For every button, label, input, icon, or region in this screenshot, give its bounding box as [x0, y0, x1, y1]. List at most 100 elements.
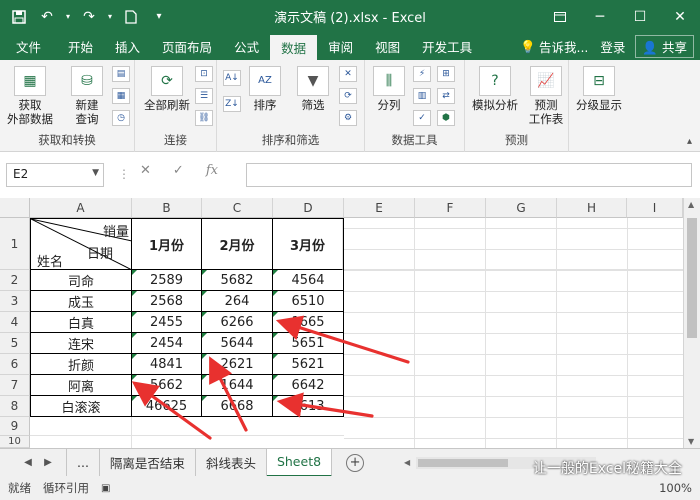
zoom-level[interactable]: 100% — [659, 481, 692, 495]
share-button[interactable]: 👤 共享 — [635, 35, 694, 58]
table-cell-c[interactable]: 5682 — [202, 270, 273, 291]
close-button[interactable]: ✕ — [660, 0, 700, 33]
sort-descending-icon[interactable]: Z↓ — [223, 96, 241, 112]
new-query-button[interactable]: ⛁ 新建 查询 — [64, 66, 110, 126]
table-cell-name[interactable]: 连宋 — [31, 333, 132, 354]
reapply-icon[interactable]: ⟳ — [339, 88, 357, 104]
customize-qat-icon[interactable]: ▾ — [148, 6, 170, 28]
header-month-2[interactable]: 2月份 — [202, 219, 273, 270]
forecast-sheet-button[interactable]: 📈 预测 工作表 — [525, 66, 567, 126]
column-header-b[interactable]: B — [132, 198, 202, 218]
row-header-5[interactable]: 5 — [0, 333, 30, 354]
next-sheet-icon[interactable]: ▶ — [38, 457, 58, 468]
more-sheets-button[interactable]: ... — [66, 448, 100, 477]
tab-page-layout[interactable]: 页面布局 — [151, 33, 223, 60]
column-header-c[interactable]: C — [202, 198, 273, 218]
dropdown-arrow-icon[interactable]: ▾ — [64, 6, 72, 28]
hscroll-thumb[interactable] — [418, 458, 509, 467]
table-cell-d[interactable]: 5651 — [273, 333, 343, 354]
data-validation-icon[interactable]: ✓ — [413, 110, 431, 126]
maximize-button[interactable]: ☐ — [620, 0, 660, 33]
table-cell-name[interactable]: 司命 — [31, 270, 132, 291]
ribbon-display-icon[interactable] — [540, 0, 580, 33]
relationships-icon[interactable]: ⇄ — [437, 88, 455, 104]
tab-formulas[interactable]: 公式 — [223, 33, 270, 60]
get-external-data-button[interactable]: ▦ 获取 外部数据 — [4, 66, 56, 126]
table-cell-d[interactable]: 1665 — [273, 312, 343, 333]
redo-icon[interactable]: ↷ — [78, 6, 100, 28]
scroll-down-icon[interactable]: ▼ — [688, 437, 694, 446]
formula-input[interactable] — [246, 163, 692, 187]
row-header-1[interactable]: 1 — [0, 218, 30, 270]
table-cell-d[interactable]: 5621 — [273, 354, 343, 375]
column-header-h[interactable]: H — [557, 198, 627, 218]
sheet-tab-diagonal-header[interactable]: 斜线表头 — [196, 448, 267, 477]
table-cell-d[interactable]: 2613 — [273, 396, 343, 417]
sort-ascending-icon[interactable]: A↓ — [223, 70, 241, 86]
column-header-g[interactable]: G — [486, 198, 557, 218]
header-month-1[interactable]: 1月份 — [132, 219, 202, 270]
outline-button[interactable]: ⊟ 分级显示 — [571, 66, 627, 112]
select-all-corner[interactable] — [0, 198, 30, 218]
from-table-icon[interactable]: ▦ — [112, 88, 130, 104]
clear-filter-icon[interactable]: ✕ — [339, 66, 357, 82]
save-icon[interactable] — [8, 6, 30, 28]
tab-review[interactable]: 审阅 — [317, 33, 364, 60]
table-cell-b[interactable]: 2568 — [132, 291, 202, 312]
table-cell-c[interactable]: 2621 — [202, 354, 273, 375]
tell-me-box[interactable]: 告诉我... — [539, 37, 588, 56]
sheet-tab-quarantine[interactable]: 隔离是否结束 — [100, 448, 196, 477]
collapse-ribbon-icon[interactable]: ▴ — [687, 136, 692, 147]
dropdown-arrow-icon[interactable]: ▾ — [106, 6, 114, 28]
table-cell-b[interactable]: 2454 — [132, 333, 202, 354]
sign-in-link[interactable]: 登录 — [600, 37, 625, 56]
undo-icon[interactable]: ↶ — [36, 6, 58, 28]
diagonal-header-cell[interactable]: 销量 日期 姓名 — [31, 219, 132, 270]
insert-function-icon[interactable]: fx — [206, 163, 218, 178]
column-header-i[interactable]: I — [627, 198, 683, 218]
enter-icon[interactable]: ✓ — [173, 163, 184, 178]
row-header-3[interactable]: 3 — [0, 291, 30, 312]
table-cell-name[interactable]: 阿离 — [31, 375, 132, 396]
table-cell-d[interactable]: 6510 — [273, 291, 343, 312]
resize-handle-icon[interactable]: ⋮ — [118, 167, 130, 181]
sort-button[interactable]: AZ 排序 — [245, 66, 285, 112]
data-model-icon[interactable]: ⬢ — [437, 110, 455, 126]
what-if-analysis-button[interactable]: ? 模拟分析 — [467, 66, 523, 112]
row-header-2[interactable]: 2 — [0, 270, 30, 291]
show-queries-icon[interactable]: ▤ — [112, 66, 130, 82]
scrollbar-thumb[interactable] — [687, 218, 697, 338]
row-header-6[interactable]: 6 — [0, 354, 30, 375]
tab-developer[interactable]: 开发工具 — [411, 33, 483, 60]
filter-button[interactable]: ▼ 筛选 — [293, 66, 333, 112]
table-cell-d[interactable]: 6642 — [273, 375, 343, 396]
table-cell-d[interactable]: 4564 — [273, 270, 343, 291]
header-month-3[interactable]: 3月份 — [273, 219, 343, 270]
table-cell-c[interactable]: 1644 — [202, 375, 273, 396]
row-header-4[interactable]: 4 — [0, 312, 30, 333]
table-cell-b[interactable]: 2455 — [132, 312, 202, 333]
table-cell-name[interactable]: 成玉 — [31, 291, 132, 312]
text-to-columns-button[interactable]: ⫼ 分列 — [369, 66, 409, 112]
sheet-tab-sheet8[interactable]: Sheet8 — [266, 448, 333, 477]
properties-icon[interactable]: ☰ — [195, 88, 213, 104]
row-header-9[interactable]: 9 — [0, 417, 30, 436]
recent-sources-icon[interactable]: ◷ — [112, 110, 130, 126]
minimize-button[interactable]: ─ — [580, 0, 620, 33]
tab-view[interactable]: 视图 — [364, 33, 411, 60]
refresh-all-button[interactable]: ⟳ 全部刷新 — [139, 66, 195, 112]
column-header-d[interactable]: D — [273, 198, 344, 218]
hscroll-left-icon[interactable]: ◀ — [404, 458, 410, 467]
remove-duplicates-icon[interactable]: ▥ — [413, 88, 431, 104]
table-cell-name[interactable]: 白真 — [31, 312, 132, 333]
table-cell-b[interactable]: 2589 — [132, 270, 202, 291]
new-file-icon[interactable] — [120, 6, 142, 28]
add-sheet-icon[interactable]: + — [346, 453, 365, 472]
table-cell-name[interactable]: 折颜 — [31, 354, 132, 375]
row-header-7[interactable]: 7 — [0, 375, 30, 396]
tab-insert[interactable]: 插入 — [104, 33, 151, 60]
table-cell-name[interactable]: 白滚滚 — [31, 396, 132, 417]
flash-fill-icon[interactable]: ⚡ — [413, 66, 431, 82]
connections-icon[interactable]: ⊡ — [195, 66, 213, 82]
advanced-filter-icon[interactable]: ⚙ — [339, 110, 357, 126]
